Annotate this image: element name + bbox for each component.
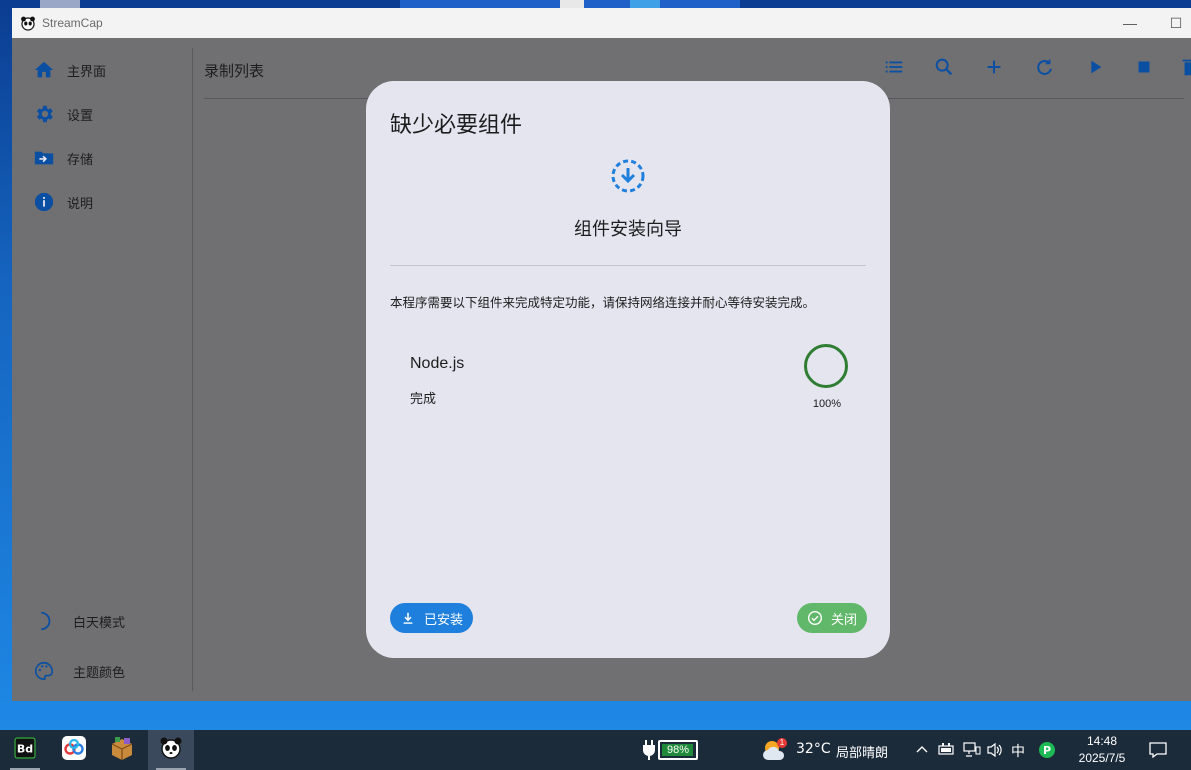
dialog-subtitle: 组件安装向导 — [574, 219, 682, 240]
chevron-up-icon[interactable] — [915, 742, 929, 761]
sidebar-item-label: 说明 — [67, 196, 94, 212]
close-button[interactable]: 关闭 — [797, 603, 867, 633]
weather-icon[interactable]: 1 — [762, 738, 788, 767]
page-title: 录制列表 — [204, 62, 265, 80]
list-icon — [883, 56, 905, 83]
sidebar-item-label: 设置 — [67, 108, 94, 124]
system-clock[interactable]: 14:48 2025/7/5 — [1070, 733, 1134, 767]
desktop-fragment — [40, 0, 80, 8]
power-plug-icon — [642, 740, 656, 765]
svg-text:Bd: Bd — [17, 742, 33, 755]
battery-saver-icon[interactable] — [938, 742, 956, 761]
network-icon[interactable] — [963, 742, 981, 763]
volume-icon[interactable] — [986, 742, 1004, 763]
moon-icon — [32, 609, 56, 633]
title-bar[interactable]: StreamCap — ☐ — [12, 8, 1191, 38]
check-circle-icon — [807, 610, 823, 626]
play-icon — [1084, 56, 1106, 83]
maximize-button[interactable]: ☐ — [1153, 8, 1191, 38]
refresh-button[interactable] — [1030, 55, 1058, 83]
notification-icon[interactable] — [1149, 741, 1167, 764]
taskbar: Bd 1 32°C 局部晴朗 中 P 14:48 2025/7/5 — [0, 730, 1191, 770]
taskbar-app-bd[interactable]: Bd — [2, 730, 48, 770]
minimize-button[interactable]: — — [1107, 8, 1153, 38]
sidebar-item-home[interactable]: 主界面 — [32, 58, 106, 82]
delete-button[interactable] — [1176, 55, 1191, 83]
installed-button[interactable]: 已安装 — [390, 603, 473, 633]
delete-icon — [1179, 56, 1191, 83]
stop-button[interactable] — [1130, 55, 1158, 83]
desktop-fragment — [560, 0, 584, 8]
svg-text:P: P — [1043, 744, 1051, 757]
component-progress-text: 100% — [812, 398, 842, 410]
close-button-label: 关闭 — [831, 612, 858, 628]
dialog-divider — [390, 265, 866, 266]
folder-icon — [32, 146, 56, 170]
theme-color-button[interactable]: 主题颜色 — [32, 659, 125, 683]
dialog-description: 本程序需要以下组件来完成特定功能，请保持网络连接并耐心等待安装完成。 — [390, 295, 816, 310]
taskbar-app-netdisk[interactable] — [51, 730, 97, 770]
sidebar-item-settings[interactable]: 设置 — [32, 102, 93, 126]
list-view-button[interactable] — [880, 55, 908, 83]
download-circle-icon — [610, 158, 646, 194]
add-button[interactable] — [980, 55, 1008, 83]
refresh-icon — [1033, 56, 1055, 83]
day-mode-label: 白天模式 — [73, 615, 126, 631]
clock-date: 2025/7/5 — [1078, 751, 1126, 765]
clock-time: 14:48 — [1086, 734, 1118, 748]
window-title: StreamCap — [42, 16, 103, 30]
plus-icon — [983, 56, 1005, 83]
day-mode-toggle[interactable]: 白天模式 — [32, 609, 125, 633]
home-icon — [32, 58, 56, 82]
gear-icon — [32, 102, 56, 126]
package-box-icon — [109, 735, 135, 766]
dialog-title: 缺少必要组件 — [390, 113, 523, 138]
theme-color-label: 主题颜色 — [73, 665, 126, 681]
streamcap-logo-icon — [20, 15, 36, 31]
streamcap-panda-icon — [158, 735, 184, 766]
stop-icon — [1133, 56, 1155, 83]
play-button[interactable] — [1081, 55, 1109, 83]
sidebar-divider — [192, 48, 193, 691]
weather-description[interactable]: 局部晴朗 — [836, 742, 888, 761]
sidebar-item-label: 存储 — [67, 152, 94, 168]
search-icon — [933, 56, 955, 83]
component-status: 完成 — [410, 392, 437, 407]
sidebar-item-label: 主界面 — [67, 64, 107, 80]
battery-indicator[interactable]: 98% — [658, 740, 698, 760]
sidebar-item-storage[interactable]: 存储 — [32, 146, 93, 170]
weather-temperature[interactable]: 32°C — [796, 741, 831, 757]
info-icon — [32, 190, 56, 214]
palette-icon — [32, 659, 56, 683]
download-icon — [400, 610, 416, 626]
battery-percentage: 98% — [666, 744, 690, 756]
component-name: Node.js — [410, 355, 465, 372]
ime-tool-icon[interactable]: P — [1038, 741, 1056, 764]
search-button[interactable] — [930, 55, 958, 83]
baidu-netdisk-icon — [61, 735, 87, 766]
taskbar-app-streamcap[interactable] — [148, 730, 194, 770]
sidebar-item-about[interactable]: 说明 — [32, 190, 93, 214]
sidebar: 主界面 设置 存储 说明 白天模式 主题颜色 — [12, 38, 192, 701]
taskbar-app-package[interactable] — [99, 730, 145, 770]
component-progress-ring — [804, 344, 848, 388]
missing-components-dialog: 缺少必要组件 组件安装向导 本程序需要以下组件来完成特定功能，请保持网络连接并耐… — [366, 81, 890, 658]
ime-indicator[interactable]: 中 — [1011, 741, 1025, 761]
installed-button-label: 已安装 — [424, 612, 464, 628]
weather-badge: 1 — [779, 738, 785, 747]
desktop-fragment — [630, 0, 660, 8]
bd-app-icon: Bd — [13, 736, 37, 765]
